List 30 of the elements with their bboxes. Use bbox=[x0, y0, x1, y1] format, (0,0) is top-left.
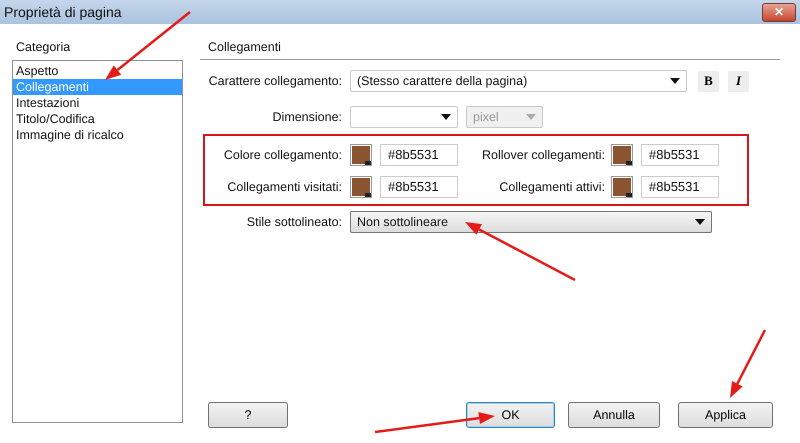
hex-input-field[interactable]: #8b5531 bbox=[641, 144, 719, 166]
category-item[interactable]: Titolo/Codifica bbox=[13, 111, 182, 127]
ok-button[interactable]: OK bbox=[466, 402, 555, 428]
category-item[interactable]: Intestazioni bbox=[13, 95, 182, 111]
cancel-button[interactable]: Annulla bbox=[568, 402, 660, 428]
caret-icon bbox=[695, 219, 705, 225]
field-label: Dimensione: bbox=[272, 110, 342, 124]
field-label: Colore collegamento: bbox=[222, 148, 342, 162]
section-title: Collegamenti bbox=[208, 40, 281, 56]
bold-button[interactable]: B bbox=[698, 70, 719, 92]
caret-icon bbox=[670, 78, 680, 84]
hex-input-field[interactable]: #8b5531 bbox=[380, 144, 458, 166]
underline-dropdown[interactable]: Non sottolineare bbox=[350, 211, 712, 233]
window-title: Proprietà di pagina bbox=[4, 4, 122, 20]
field-label: Carattere collegamento: bbox=[208, 74, 342, 88]
field-label: Rollover collegamenti: bbox=[481, 148, 605, 162]
field-label: Collegamenti attivi: bbox=[498, 180, 605, 194]
caret-icon bbox=[526, 114, 536, 120]
field-label: Collegamenti visitati: bbox=[226, 180, 342, 194]
apply-button[interactable]: Applica bbox=[678, 402, 773, 428]
hex-input-field[interactable]: #8b5531 bbox=[641, 176, 719, 198]
hex-input-field[interactable]: #8b5531 bbox=[380, 176, 458, 198]
help-button[interactable]: ? bbox=[208, 402, 288, 428]
category-label: Categoria bbox=[16, 40, 70, 56]
category-item[interactable]: Aspetto bbox=[13, 63, 182, 79]
italic-button[interactable]: I bbox=[728, 70, 749, 92]
field-label: Stile sottolineato: bbox=[246, 215, 342, 229]
font-dropdown[interactable]: (Stesso carattere della pagina) bbox=[350, 70, 687, 92]
category-item[interactable]: Immagine di ricalco bbox=[13, 127, 182, 143]
caret-icon bbox=[441, 114, 451, 120]
